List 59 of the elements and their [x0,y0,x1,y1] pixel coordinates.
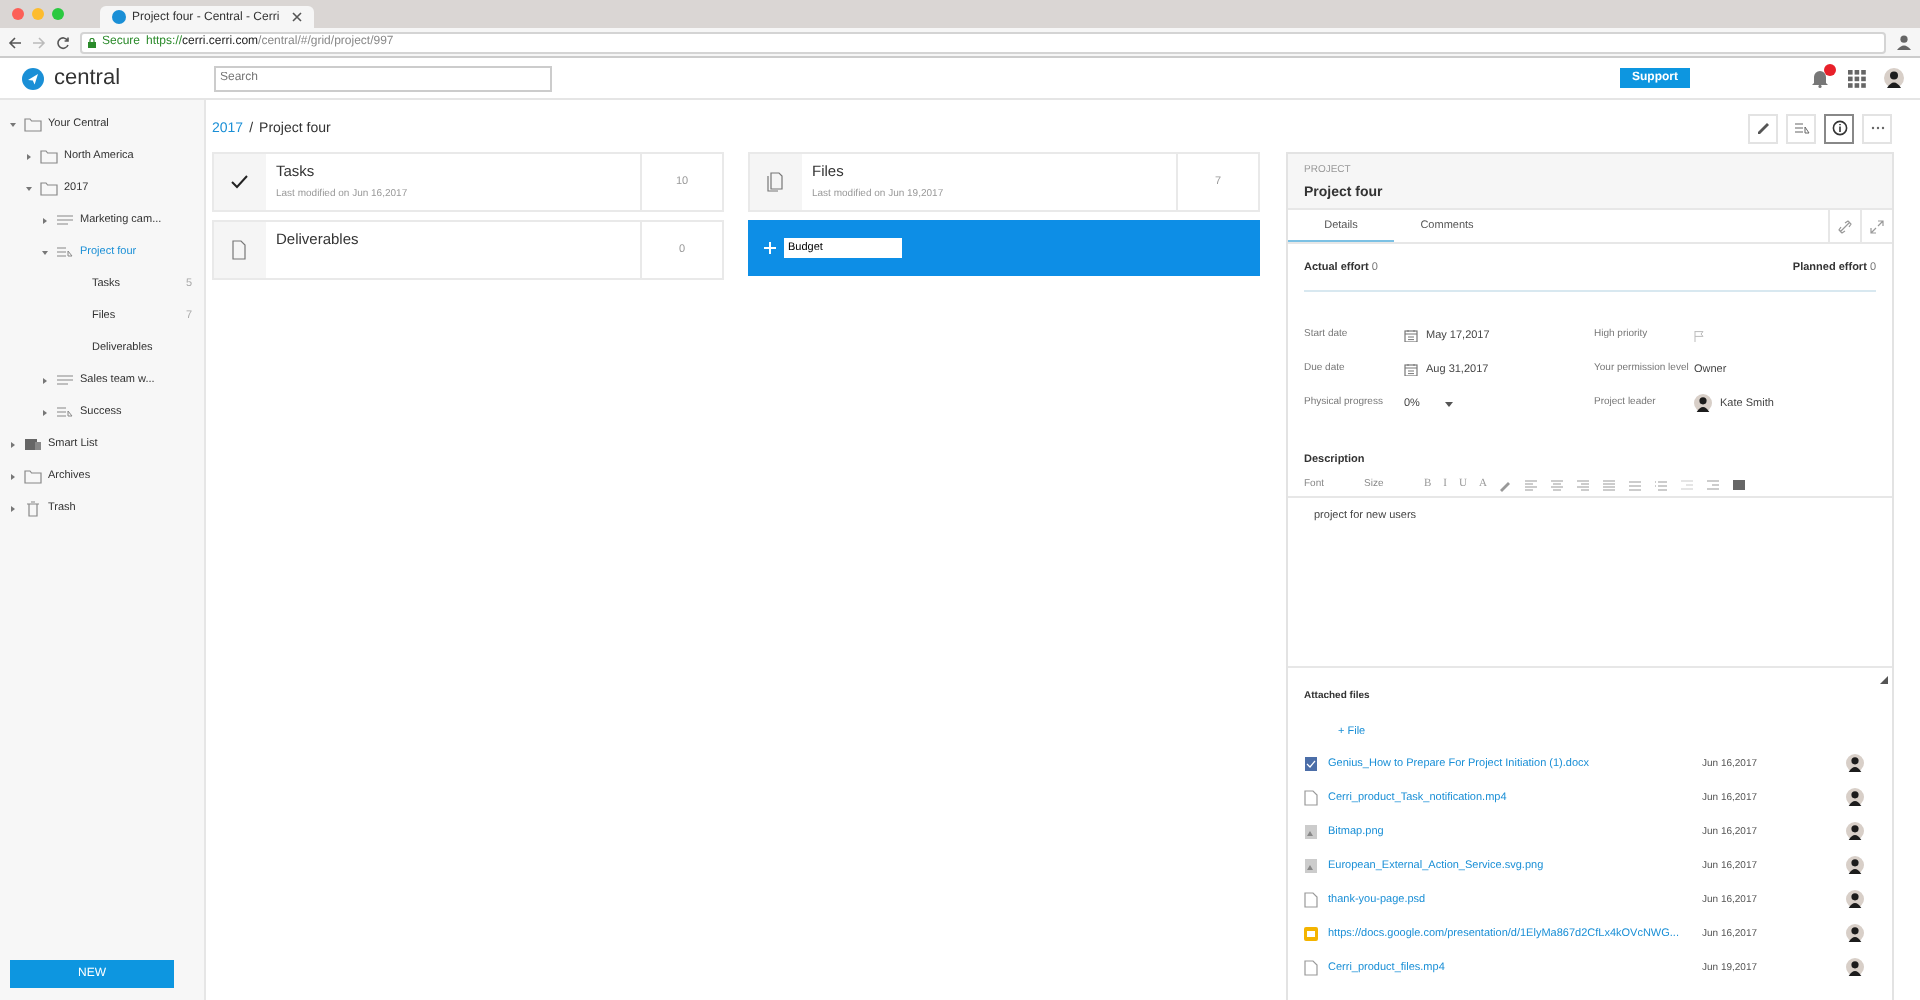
resize-grip-icon [1880,676,1888,684]
table-icon[interactable] [1732,477,1747,491]
plus-icon[interactable] [764,242,776,254]
bell-icon[interactable] [1810,68,1830,88]
folder-icon [24,467,42,485]
back-icon[interactable] [8,35,22,49]
app-logo-icon [112,10,126,24]
caret-icon[interactable] [40,375,50,385]
check-icon [230,172,250,192]
logo-text: central [54,66,121,90]
lock-icon [88,37,96,47]
caret-icon[interactable] [8,471,18,481]
caret-icon[interactable] [8,439,18,449]
list-icon [56,211,74,229]
image-icon [1304,823,1318,839]
view-button[interactable] [1824,113,1854,143]
avatar-icon [1694,394,1712,412]
caret-icon[interactable] [24,183,34,193]
logo-icon [22,67,44,89]
files-icon [766,172,786,192]
info-icon [1831,120,1847,136]
caret-icon [1443,399,1454,407]
avatar-icon [1846,958,1864,976]
pencil-icon [1755,120,1771,136]
document-icon [230,240,250,260]
image-icon [1304,857,1318,873]
avatar-icon [1846,822,1864,840]
link-icon[interactable] [1838,219,1852,233]
list-icon [56,403,74,421]
close-icon[interactable] [292,12,302,22]
avatar-icon [1884,68,1904,88]
pen-icon[interactable] [1498,477,1513,491]
caret-icon[interactable] [40,215,50,225]
caret-icon[interactable] [24,151,34,161]
avatar-icon [1846,788,1864,806]
caret-icon[interactable] [8,119,18,129]
caret-icon[interactable] [40,407,50,417]
avatar-icon [1846,856,1864,874]
stack-icon [24,435,42,453]
document-icon [1304,755,1318,771]
file-icon [1304,789,1318,805]
calendar-icon [1404,328,1418,342]
caret-icon[interactable] [40,247,50,257]
avatar-icon [1846,890,1864,908]
avatar-icon [1846,924,1864,942]
trash-icon [24,499,42,517]
avatar-icon [1846,754,1864,772]
caret-icon[interactable] [8,503,18,513]
apps-grid-icon[interactable] [1848,69,1866,87]
profile-icon[interactable] [1896,34,1912,50]
file-icon [1304,959,1318,975]
list-icon [56,243,74,261]
slides-icon [1304,925,1318,941]
file-icon [1304,891,1318,907]
calendar-icon [1404,362,1418,376]
expand-icon[interactable] [1870,219,1884,233]
list-icon [1793,120,1809,136]
reload-icon[interactable] [56,35,70,49]
list-icon [56,371,74,389]
